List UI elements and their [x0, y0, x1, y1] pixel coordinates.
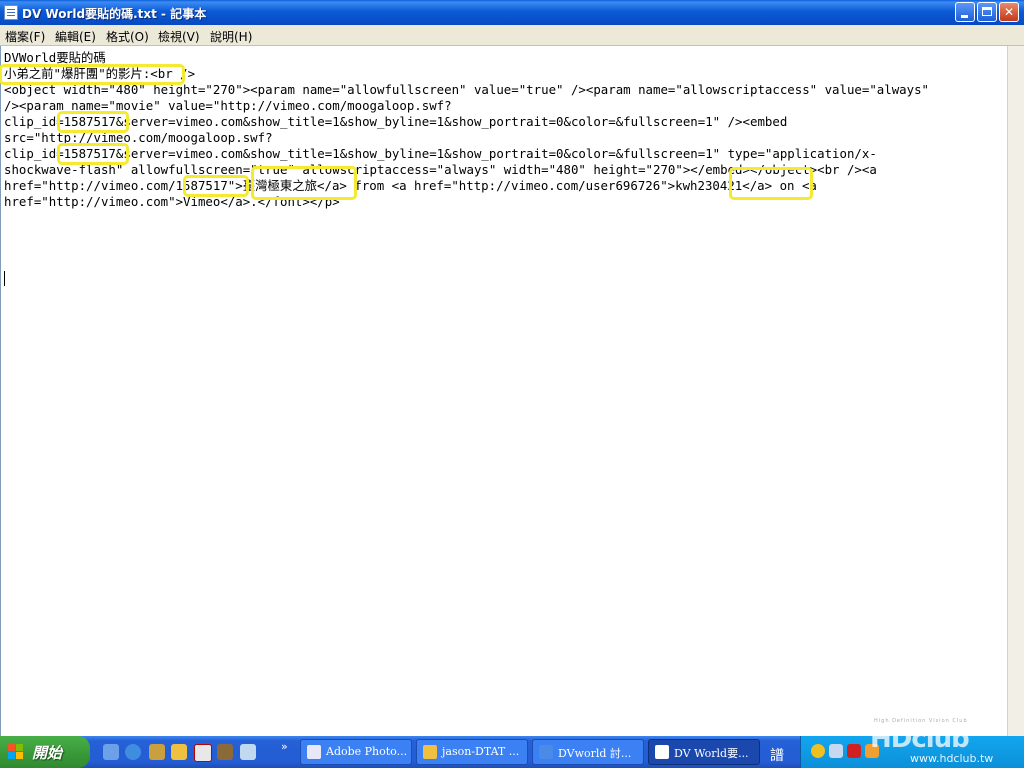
highlight-annotation: [729, 167, 813, 200]
maximize-button[interactable]: [977, 2, 997, 22]
task-label: jason-DTAT ...: [442, 745, 520, 758]
menu-format[interactable]: 格式(O): [106, 28, 149, 45]
highlight-annotation: [57, 111, 129, 133]
task-button[interactable]: jason-DTAT ...: [416, 739, 528, 765]
show-desktop-icon[interactable]: [103, 744, 119, 760]
app-shortcut-icon[interactable]: [217, 744, 233, 760]
text-line: href="http://vimeo.com/1587517">臺灣極東之旅</…: [4, 178, 817, 193]
task-button[interactable]: DVworld 討...: [532, 739, 644, 765]
window-title: DV World要貼的碼.txt - 記事本: [22, 7, 207, 21]
windows-flag-icon: [8, 744, 24, 760]
text-caret: [4, 271, 5, 286]
start-button[interactable]: 開始: [0, 736, 90, 768]
vertical-scrollbar[interactable]: [1007, 46, 1024, 736]
language-indicator[interactable]: 譜: [770, 745, 784, 765]
app-shortcut-icon[interactable]: [149, 744, 165, 760]
task-button-active[interactable]: DV World要...: [648, 739, 760, 765]
title-bar[interactable]: DV World要貼的碼.txt - 記事本 ✕: [0, 0, 1024, 25]
highlight-annotation: [57, 143, 129, 165]
zonealarm-icon[interactable]: [847, 744, 861, 758]
watermark-logo: HDclub: [870, 724, 970, 754]
vegas-icon[interactable]: [194, 744, 212, 762]
minimize-button[interactable]: [955, 2, 975, 22]
close-icon: ✕: [1003, 5, 1015, 19]
text-editor[interactable]: DVWorld要貼的碼 小弟之前"爆肝團"的影片:<br /> <object …: [0, 46, 1007, 736]
menu-edit[interactable]: 編輯(E): [55, 28, 96, 45]
task-label: DV World要...: [674, 747, 749, 760]
highlight-annotation: [251, 166, 357, 200]
network-icon[interactable]: [829, 744, 843, 758]
start-label: 開始: [32, 744, 63, 762]
internet-explorer-icon[interactable]: [125, 744, 141, 760]
tray-icon[interactable]: [811, 744, 825, 758]
watermark: High Definition Vision Club HDclub www.h…: [870, 718, 1020, 768]
task-button[interactable]: Adobe Photo...: [300, 739, 412, 765]
notepad-icon[interactable]: [4, 5, 18, 20]
watermark-url: www.hdclub.tw: [910, 752, 994, 765]
folder-icon[interactable]: [171, 744, 187, 760]
photoshop-icon: [307, 745, 321, 759]
text-line: src="http://vimeo.com/moogaloop.swf?: [4, 130, 273, 145]
task-label: DVworld 討...: [558, 747, 632, 760]
highlight-annotation: [0, 64, 185, 85]
highlight-annotation: [183, 175, 249, 197]
folder-icon: [423, 745, 437, 759]
minimize-icon: [961, 15, 968, 18]
task-label: Adobe Photo...: [326, 745, 408, 758]
menu-view[interactable]: 檢視(V): [158, 28, 200, 45]
menu-file[interactable]: 檔案(F): [5, 28, 45, 45]
browser-icon: [539, 745, 553, 759]
text-line: clip_id=1587517&server=vimeo.com&show_ti…: [4, 146, 877, 161]
menu-help[interactable]: 說明(H): [210, 28, 252, 45]
close-button[interactable]: ✕: [999, 2, 1019, 22]
notepad-icon: [655, 745, 669, 759]
menu-bar: 檔案(F) 編輯(E) 格式(O) 檢視(V) 說明(H): [0, 25, 1024, 46]
quick-launch-more[interactable]: »: [281, 740, 288, 753]
notepad-shortcut-icon[interactable]: [240, 744, 256, 760]
restore-icon: [982, 7, 992, 16]
